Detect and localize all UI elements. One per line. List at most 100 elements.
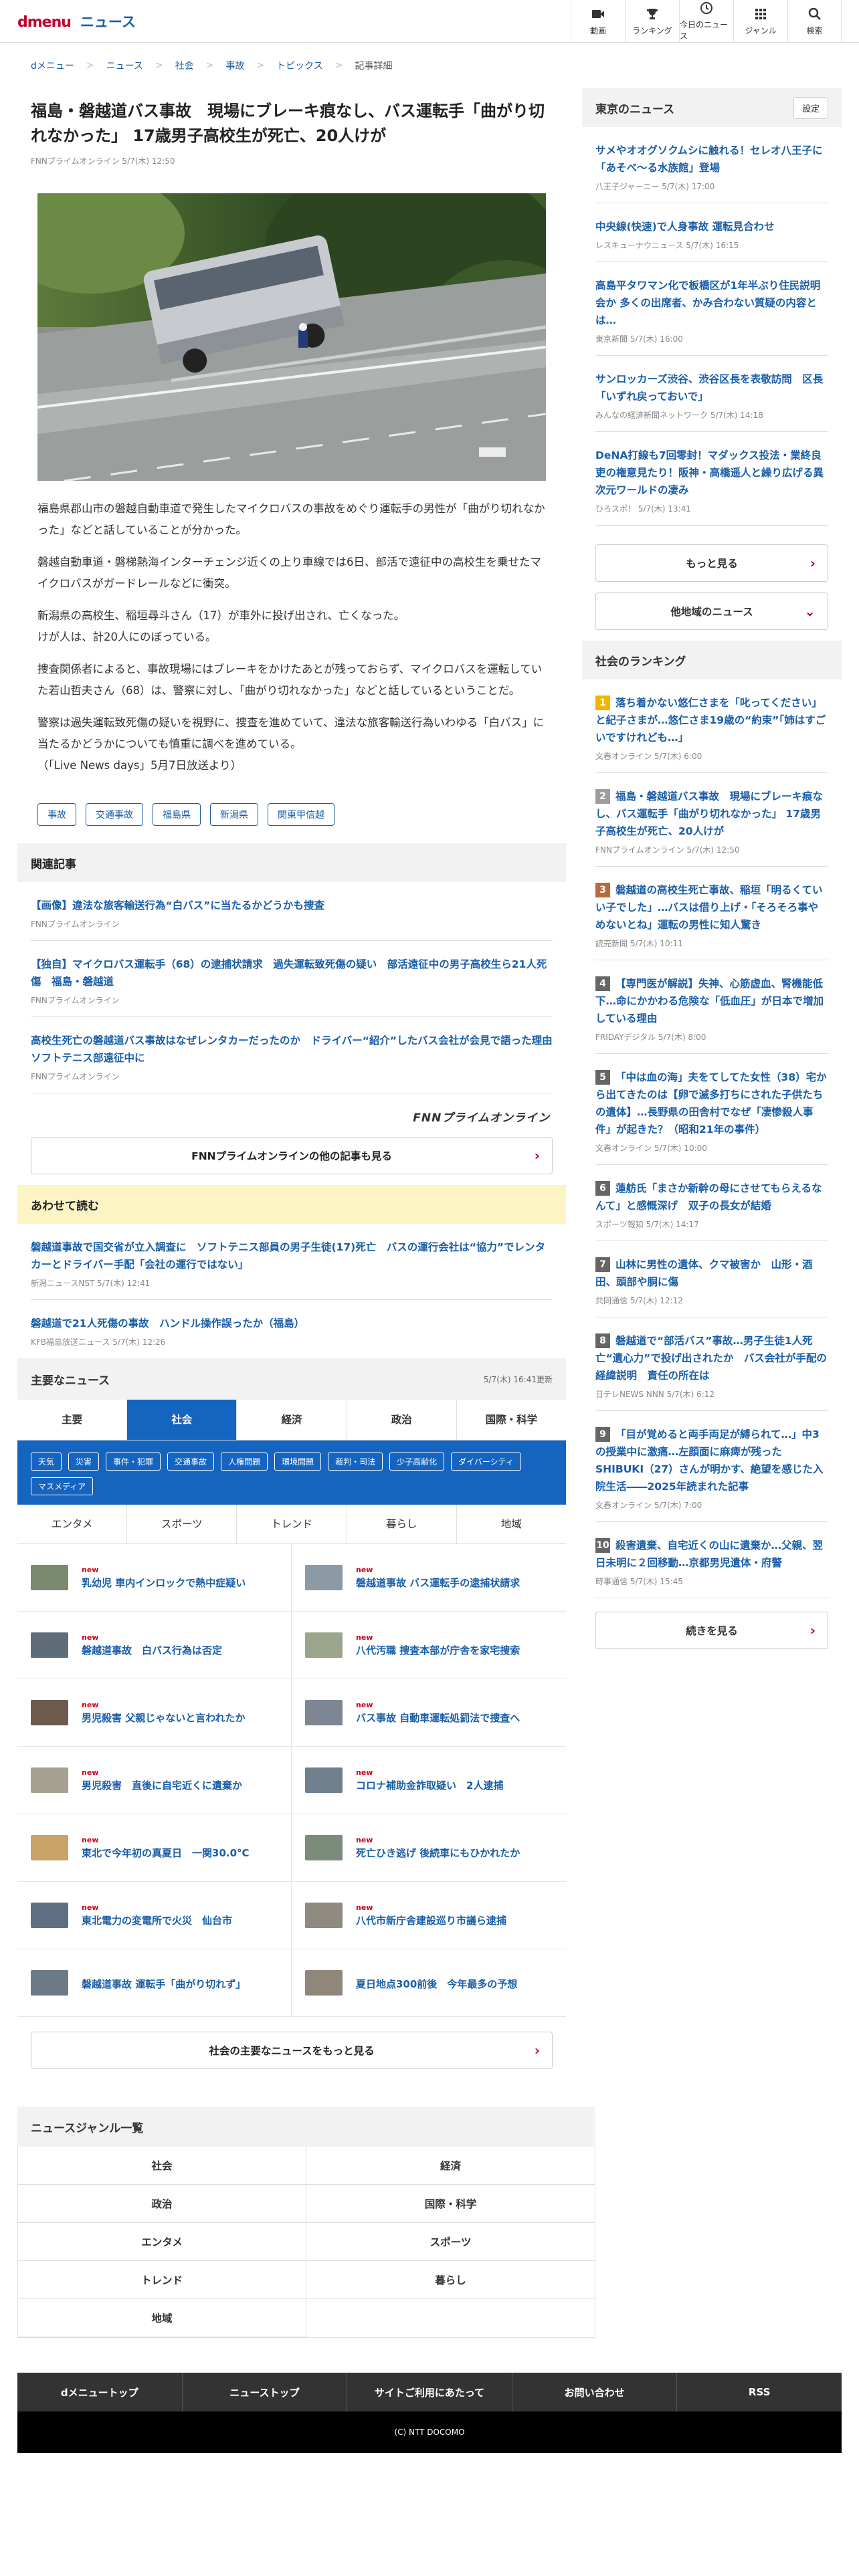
- related-title[interactable]: 【画像】違法な旅客輸送行為“白バス”に当たるかどうかも捜査: [31, 897, 553, 914]
- nav-ranking[interactable]: ランキング: [625, 0, 679, 43]
- news-headline[interactable]: 東北で今年初の真夏日 一関30.0°C: [82, 1846, 250, 1860]
- settings-button[interactable]: 設定: [793, 96, 828, 119]
- list-item[interactable]: 高校生死亡の磐越道バス事故はなぜレンタカーだったのか ドライバー“紹介”したバス…: [31, 1017, 563, 1093]
- ranking-title[interactable]: 6 蓮舫氏「まさか新幹の母にさせてもらえるなんて」と感慨深げ 双子の長女が結婚: [595, 1180, 828, 1214]
- ranking-title[interactable]: 1 落ち着かない悠仁さまを「叱ってください」と紀子さまが…悠仁さま19歳の“約束”…: [595, 694, 828, 746]
- news-headline[interactable]: 乳幼児 車内インロックで熱中症疑い: [82, 1576, 246, 1590]
- subtag[interactable]: 少子高齢化: [389, 1453, 445, 1471]
- news-headline[interactable]: 八代汚職 捜査本部が庁舎を家宅捜索: [356, 1643, 520, 1657]
- news-headline[interactable]: 磐越道事故 白バス行為は否定: [82, 1643, 222, 1657]
- news-headline[interactable]: 夏日地点300前後 今年最多の予想: [356, 1977, 517, 1991]
- list-item[interactable]: 磐越道で21人死傷の事故 ハンドル操作誤ったか（福島） KFB福島放送ニュース 5…: [31, 1300, 553, 1358]
- ranking-title[interactable]: 3 磐越道の高校生死亡事故、稲垣「明るくていい子でした」…バスは借り上げ・「そろそ…: [595, 881, 828, 934]
- footer-rss[interactable]: RSS: [677, 2373, 842, 2411]
- ranking-item[interactable]: 9 「目が覚めると両手両足が縛られて…」中3の授業中に激痛…左顔面に麻痺が残ったS…: [595, 1411, 828, 1522]
- breadcrumb-accident[interactable]: 事故: [225, 59, 244, 72]
- news-grid-item[interactable]: new バス事故 自動車運転処罰法で捜査へ: [292, 1679, 566, 1747]
- ranking-title[interactable]: 4 【専門医が解説】失神、心筋虚血、腎機能低下…命にかかわる危険な「低血圧」が日本…: [595, 975, 828, 1027]
- subtag[interactable]: 環境問題: [274, 1453, 322, 1471]
- footer-contact[interactable]: お問い合わせ: [512, 2373, 678, 2411]
- tag-niigata[interactable]: 新潟県: [210, 803, 258, 826]
- ranking-item[interactable]: 10 殺害遺棄、自宅近くの山に遺棄か…父親、翌日未明に２回移動…京都男児遺体・府警…: [595, 1522, 828, 1598]
- ranking-headline[interactable]: 蓮舫氏「まさか新幹の母にさせてもらえるなんて」と感慨深げ 双子の長女が結婚: [595, 1182, 822, 1212]
- ranking-title[interactable]: 10 殺害遺棄、自宅近くの山に遺棄か…父親、翌日未明に２回移動…京都男児遺体・府警: [595, 1537, 828, 1572]
- ranking-headline[interactable]: 殺害遺棄、自宅近くの山に遺棄か…父親、翌日未明に２回移動…京都男児遺体・府警: [595, 1539, 823, 1569]
- genre-item[interactable]: 政治: [18, 2185, 306, 2223]
- ranking-headline[interactable]: 落ち着かない悠仁さまを「叱ってください」と紀子さまが…悠仁さま19歳の“約束”「…: [595, 697, 826, 744]
- tokyo-news-title[interactable]: 中央線(快速)で人身事故 運転見合わせ: [595, 218, 828, 235]
- breadcrumb-topics[interactable]: トピックス: [276, 59, 323, 72]
- tag-traffic-accident[interactable]: 交通事故: [86, 803, 143, 826]
- news-grid-item[interactable]: new 八代汚職 捜査本部が庁舎を家宅捜索: [292, 1612, 566, 1679]
- tab-sports[interactable]: スポーツ: [127, 1505, 237, 1543]
- news-headline[interactable]: 磐越道事故 バス運転手の逮捕状請求: [356, 1576, 520, 1590]
- ranking-headline[interactable]: 「目が覚めると両手両足が縛られて…」中3の授業中に激痛…左顔面に麻痺が残ったSH…: [595, 1428, 823, 1493]
- tokyo-news-title[interactable]: 高島平タワマン化で板橋区が1年半ぶり住民説明会か 多くの出席者、かみ合わない質疑…: [595, 277, 828, 329]
- dmenu-logo[interactable]: dmenu: [17, 14, 72, 31]
- news-grid-item[interactable]: new 男児殺害 直後に自宅近くに遺棄か: [17, 1747, 292, 1814]
- ranking-item[interactable]: 2 福島・磐越道バス事故 現場にブレーキ痕なし、バス運転手「曲がり切れなかった」 …: [595, 773, 828, 867]
- footer-terms[interactable]: サイトご利用にあたって: [347, 2373, 512, 2411]
- fnn-more-button[interactable]: FNNプライムオンラインの他の記事も見る ›: [31, 1137, 553, 1174]
- ranking-item[interactable]: 4 【専門医が解説】失神、心筋虚血、腎機能低下…命にかかわる危険な「低血圧」が日本…: [595, 960, 828, 1054]
- tab-life[interactable]: 暮らし: [347, 1505, 457, 1543]
- site-logo[interactable]: dmenu ニュース: [17, 11, 136, 31]
- list-item[interactable]: DeNA打線も7回零封！マダックス投法・業終良吏の権意見たり！阪神・高橋遥人と繰…: [595, 432, 828, 526]
- subtag[interactable]: 交通事故: [167, 1453, 215, 1471]
- list-item[interactable]: 磐越道事故で国交省が立入調査に ソフトテニス部員の男子生徒(17)死亡 バスの運…: [31, 1224, 553, 1300]
- news-logo[interactable]: ニュース: [80, 11, 136, 31]
- ranking-title[interactable]: 2 福島・磐越道バス事故 現場にブレーキ痕なし、バス運転手「曲がり切れなかった」 …: [595, 788, 828, 840]
- genre-item[interactable]: スポーツ: [306, 2223, 595, 2261]
- tag-fukushima[interactable]: 福島県: [153, 803, 201, 826]
- nav-genre[interactable]: ジャンル: [733, 0, 787, 43]
- also-title[interactable]: 磐越道事故で国交省が立入調査に ソフトテニス部員の男子生徒(17)死亡 バスの運…: [31, 1239, 553, 1273]
- genre-item[interactable]: 社会: [18, 2147, 306, 2185]
- ranking-headline[interactable]: 福島・磐越道バス事故 現場にブレーキ痕なし、バス運転手「曲がり切れなかった」 1…: [595, 790, 823, 837]
- subtag[interactable]: 人権問題: [221, 1453, 268, 1471]
- tab-region[interactable]: 地域: [457, 1505, 566, 1543]
- related-title[interactable]: 高校生死亡の磐越道バス事故はなぜレンタカーだったのか ドライバー“紹介”したバス…: [31, 1032, 563, 1067]
- news-grid-item[interactable]: new コロナ補助金詐取疑い 2人逮捕: [292, 1747, 566, 1814]
- footer-news-top[interactable]: ニューストップ: [183, 2373, 348, 2411]
- ranking-title[interactable]: 7 山林に男性の遺体、クマ被害か 山形・酒田、頭部や胴に傷: [595, 1256, 828, 1291]
- related-title[interactable]: 【独自】マイクロバス運転手（68）の逮捕状請求 過失運転致死傷の疑い 部活遠征中…: [31, 956, 553, 990]
- nav-video[interactable]: 動画: [571, 0, 625, 43]
- list-item[interactable]: 【画像】違法な旅客輸送行為“白バス”に当たるかどうかも捜査 FNNプライムオンライ…: [31, 882, 553, 941]
- ranking-item[interactable]: 6 蓮舫氏「まさか新幹の母にさせてもらえるなんて」と感慨深げ 双子の長女が結婚 スポ…: [595, 1165, 828, 1241]
- subtag[interactable]: 裁判・司法: [328, 1453, 383, 1471]
- subtag[interactable]: マスメディア: [31, 1477, 94, 1495]
- tokyo-more-button[interactable]: もっと見る ›: [595, 544, 828, 582]
- ranking-headline[interactable]: 磐越道の高校生死亡事故、稲垣「明るくていい子でした」…バスは借り上げ・「そろそろ…: [595, 884, 823, 931]
- ranking-item[interactable]: 7 山林に男性の遺体、クマ被害か 山形・酒田、頭部や胴に傷 共同通信 5/7(木) …: [595, 1241, 828, 1317]
- ranking-headline[interactable]: 磐越道で“部活バス”事故…男子生徒1人死亡“遺心力”で投げ出されたか バス会社が…: [595, 1335, 827, 1382]
- news-grid-item[interactable]: new 八代市新庁舎建設巡り市議ら逮捕: [292, 1882, 566, 1949]
- genre-item[interactable]: 地域: [18, 2299, 306, 2337]
- genre-item[interactable]: エンタメ: [18, 2223, 306, 2261]
- ranking-item[interactable]: 3 磐越道の高校生死亡事故、稲垣「明るくていい子でした」…バスは借り上げ・「そろそ…: [595, 867, 828, 960]
- list-item[interactable]: 高島平タワマン化で板橋区が1年半ぶり住民説明会か 多くの出席者、かみ合わない質疑…: [595, 262, 828, 356]
- news-grid-item[interactable]: new 東北で今年初の真夏日 一関30.0°C: [17, 1814, 292, 1882]
- list-item[interactable]: サメやオオグソクムシに触れる！セレオ八王子に「あそべ〜る水族館」登場 八王子ジャー…: [595, 127, 828, 203]
- ranking-title[interactable]: 8 磐越道で“部活バス”事故…男子生徒1人死亡“遺心力”で投げ出されたか バス会社…: [595, 1332, 828, 1384]
- ranking-headline[interactable]: 【専門医が解説】失神、心筋虚血、腎機能低下…命にかかわる危険な「低血圧」が日本で…: [595, 978, 824, 1025]
- news-headline[interactable]: 東北電力の変電所で火災 仙台市: [82, 1913, 232, 1927]
- genre-item[interactable]: 暮らし: [306, 2261, 595, 2299]
- list-item[interactable]: 中央線(快速)で人身事故 運転見合わせ レスキューナウニュース 5/7(木) 16…: [595, 203, 828, 262]
- society-more-button[interactable]: 社会の主要なニュースをもっと見る ›: [31, 2032, 553, 2069]
- subtag[interactable]: ダイバーシティ: [451, 1453, 521, 1471]
- tab-society[interactable]: 社会: [127, 1400, 237, 1440]
- tab-trend[interactable]: トレンド: [237, 1505, 347, 1543]
- tab-main[interactable]: 主要: [17, 1400, 128, 1440]
- news-grid-item[interactable]: 夏日地点300前後 今年最多の予想: [292, 1949, 566, 2017]
- genre-item[interactable]: 国際・科学: [306, 2185, 595, 2223]
- list-item[interactable]: サンロッカーズ渋谷、渋谷区長を表敬訪問 区長「いずれ戻っておいで」 みんなの経済新…: [595, 356, 828, 432]
- genre-item[interactable]: トレンド: [18, 2261, 306, 2299]
- news-headline[interactable]: 死亡ひき逃げ 後続車にもひかれたか: [356, 1846, 520, 1860]
- news-headline[interactable]: 八代市新庁舎建設巡り市議ら逮捕: [356, 1913, 506, 1927]
- tab-economy[interactable]: 経済: [237, 1400, 347, 1440]
- nav-search[interactable]: 検索: [787, 0, 842, 43]
- footer-dmenu-top[interactable]: dメニュートップ: [17, 2373, 183, 2411]
- nav-today[interactable]: 今日のニュース: [679, 0, 733, 43]
- ranking-item[interactable]: 5 「中は血の海」夫をてしてた女性（38）宅から出てきたのは【卵で滅多打ちにされた…: [595, 1054, 828, 1165]
- ranking-headline[interactable]: 「中は血の海」夫をてしてた女性（38）宅から出てきたのは【卵で滅多打ちにされた子…: [595, 1071, 827, 1136]
